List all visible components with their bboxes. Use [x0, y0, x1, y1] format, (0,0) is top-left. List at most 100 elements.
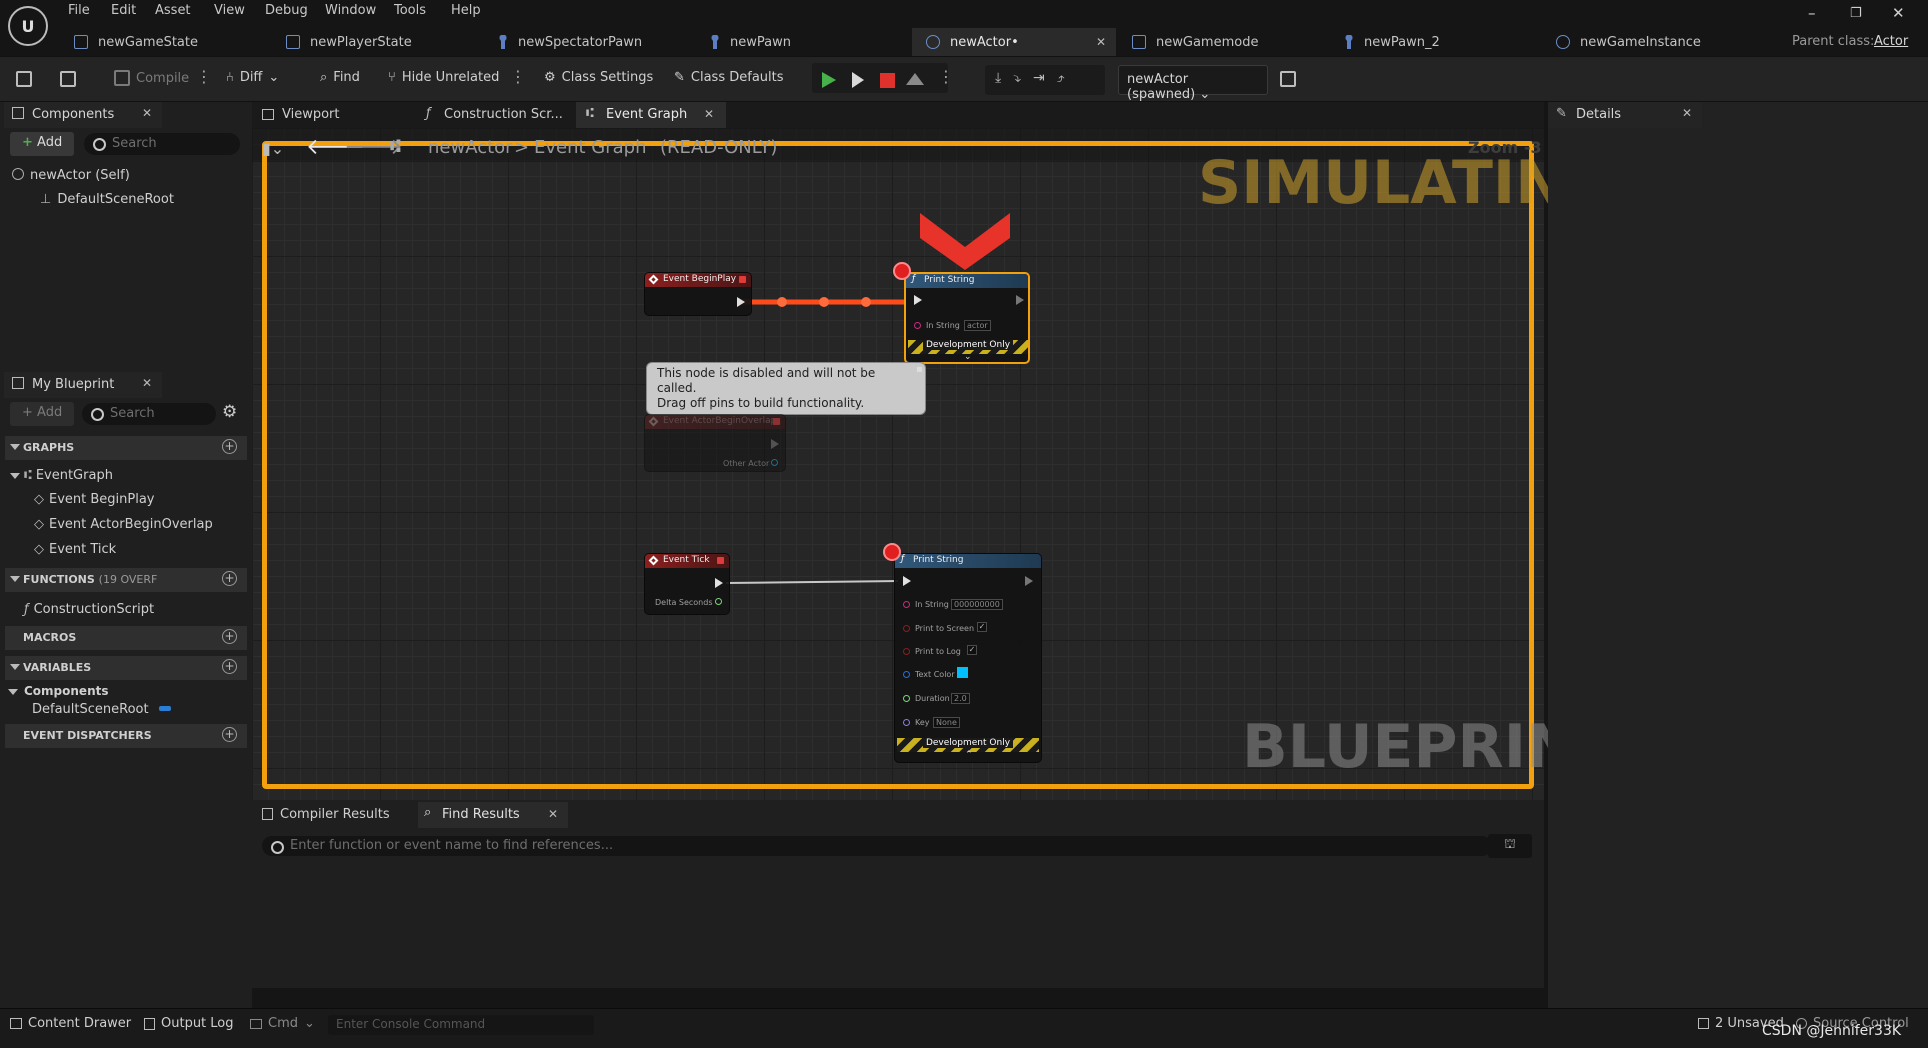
- print-to-log-checkbox[interactable]: ✓: [967, 645, 977, 655]
- content-drawer-button[interactable]: Content Drawer: [10, 1016, 131, 1031]
- exec-wire-tick[interactable]: [725, 580, 899, 584]
- search-icon: ⌕: [424, 805, 432, 820]
- node-print-string-2[interactable]: ƒ Print String In String 000000000 Print …: [894, 553, 1042, 763]
- details-panel: ✎ Details ✕: [1548, 102, 1928, 1008]
- pin-label: In String: [926, 321, 960, 330]
- close-icon[interactable]: ✕: [548, 807, 558, 821]
- exec-out-pin[interactable]: [737, 297, 745, 307]
- pin-label: Print to Screen: [915, 624, 975, 633]
- function-icon: ƒ: [901, 554, 905, 564]
- terminal-icon: [250, 1018, 262, 1029]
- node-header: ƒ Print String: [895, 554, 1041, 568]
- node-title: Print String: [913, 555, 964, 565]
- compiler-results-icon: [262, 808, 273, 820]
- watermark-credit: CSDN @Jennifer33K: [1762, 1023, 1902, 1039]
- pencil-icon: ✎: [1556, 106, 1567, 121]
- node-title: Event ActorBeginOverlap: [663, 416, 777, 426]
- console-input[interactable]: Enter Console Command: [328, 1015, 594, 1035]
- wire-flow-dot: [819, 297, 829, 307]
- node-header: Event Tick: [645, 554, 729, 568]
- node-title: Event BeginPlay: [663, 274, 737, 284]
- node-event-tick[interactable]: Event Tick Delta Seconds: [644, 553, 730, 615]
- pin-label: Text Color: [915, 670, 955, 679]
- details-title: Details: [1576, 107, 1622, 122]
- tab-find-results[interactable]: ⌕ Find Results ✕: [418, 802, 568, 828]
- node-header: Event BeginPlay: [645, 273, 751, 287]
- close-icon[interactable]: ✕: [1682, 106, 1692, 120]
- breakpoint-icon[interactable]: [893, 262, 911, 280]
- pin-label: Delta Seconds: [655, 598, 713, 607]
- cmd-select[interactable]: Cmd ⌄: [250, 1016, 315, 1031]
- pin-label: Other Actor: [723, 459, 770, 468]
- node-print-string-1[interactable]: ƒ Print String In String actor Developmen…: [904, 272, 1030, 364]
- pin-hint-icon: ▪: [916, 364, 923, 375]
- function-icon: ƒ: [912, 274, 916, 284]
- duration-value[interactable]: 2.0: [951, 693, 970, 704]
- dev-only-label: Development Only: [922, 738, 1014, 748]
- exec-out-pin[interactable]: [1025, 576, 1033, 586]
- delegate-pin-icon[interactable]: [739, 276, 746, 283]
- tab-label: Compiler Results: [280, 807, 390, 822]
- pin-label: In String: [915, 600, 949, 609]
- exec-out-pin[interactable]: [715, 578, 723, 588]
- node-title: Event Tick: [663, 555, 710, 565]
- other-actor-pin[interactable]: [771, 459, 778, 466]
- exec-out-pin[interactable]: [771, 439, 779, 449]
- status-bar: Content Drawer Output Log Cmd ⌄ Enter Con…: [0, 1008, 1928, 1048]
- pin-label: Print to Log: [915, 647, 961, 656]
- print-to-screen-pin[interactable]: [903, 625, 910, 632]
- pin-label: Duration: [915, 694, 950, 703]
- text-color-swatch[interactable]: [957, 667, 968, 678]
- in-string-value[interactable]: actor: [964, 320, 991, 331]
- execution-arrow-icon: [920, 213, 1010, 270]
- key-pin[interactable]: [903, 719, 910, 726]
- tab-label: Find Results: [442, 807, 520, 822]
- exec-out-pin[interactable]: [1016, 295, 1024, 305]
- duration-pin[interactable]: [903, 695, 910, 702]
- in-string-value[interactable]: 000000000: [951, 599, 1003, 610]
- binoculars-icon: ⛫: [1504, 837, 1516, 852]
- tooltip-line: Drag off pins to build functionality.: [657, 396, 865, 410]
- content-drawer-label: Content Drawer: [28, 1016, 132, 1031]
- cmd-label: Cmd: [268, 1016, 298, 1031]
- node-title: Print String: [924, 275, 975, 285]
- chevron-down-icon: ⌄: [304, 1016, 315, 1031]
- tooltip-line: This node is disabled and will not be ca…: [657, 366, 876, 395]
- node-event-beginplay[interactable]: Event BeginPlay: [644, 272, 752, 316]
- disabled-node-tooltip: This node is disabled and will not be ca…: [646, 362, 926, 415]
- event-icon: [648, 555, 659, 566]
- wire-flow-dot: [777, 297, 787, 307]
- node-header: ƒ Print String: [906, 274, 1028, 288]
- output-log-icon: [144, 1017, 155, 1030]
- collapse-arrow-icon[interactable]: ⌃: [965, 750, 973, 760]
- dev-only-label: Development Only: [922, 340, 1014, 350]
- in-string-pin[interactable]: [903, 601, 910, 608]
- exec-in-pin[interactable]: [914, 295, 922, 305]
- unsaved-icon: [1698, 1018, 1709, 1029]
- results-panel: Compiler Results ⌕ Find Results ✕ Enter fu…: [252, 800, 1544, 988]
- pin-label: Key: [915, 718, 930, 727]
- in-string-pin[interactable]: [914, 322, 921, 329]
- delegate-pin-icon[interactable]: [773, 418, 780, 425]
- exec-in-pin[interactable]: [903, 576, 911, 586]
- print-to-screen-checkbox[interactable]: ✓: [977, 622, 987, 632]
- content-drawer-icon: [10, 1018, 22, 1029]
- key-value[interactable]: None: [933, 717, 960, 728]
- node-header: Event ActorBeginOverlap: [645, 415, 785, 429]
- output-log-label: Output Log: [161, 1016, 234, 1031]
- details-tab[interactable]: ✎ Details ✕: [1548, 102, 1702, 128]
- wire-flow-dot: [861, 297, 871, 307]
- breakpoint-icon[interactable]: [883, 543, 901, 561]
- find-in-all-blueprints-button[interactable]: ⛫: [1488, 834, 1532, 858]
- event-icon: [648, 416, 659, 427]
- event-icon: [648, 274, 659, 285]
- node-event-actorbeginoverlap[interactable]: Event ActorBeginOverlap Other Actor: [644, 414, 786, 472]
- find-results-search-input[interactable]: Enter function or event name to find ref…: [262, 836, 1492, 856]
- print-to-log-pin[interactable]: [903, 648, 910, 655]
- tab-compiler-results[interactable]: Compiler Results: [256, 802, 416, 828]
- expand-arrow-icon[interactable]: ⌄: [964, 352, 972, 362]
- delta-seconds-pin[interactable]: [715, 598, 722, 605]
- output-log-button[interactable]: Output Log: [144, 1016, 234, 1031]
- text-color-pin[interactable]: [903, 671, 910, 678]
- delegate-pin-icon[interactable]: [717, 557, 724, 564]
